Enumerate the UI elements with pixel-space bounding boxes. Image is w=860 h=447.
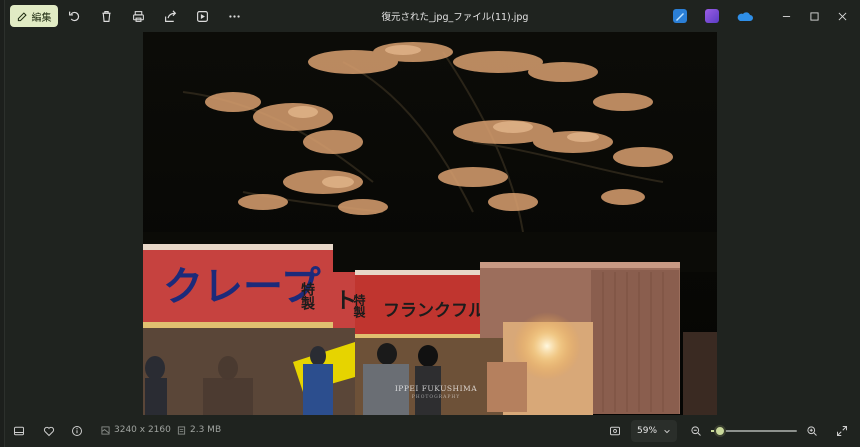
photos-app-window: 編集 復元された_jpg_ファイル(11).jpg クレープ 特製 ト 特製 フ… — [4, 0, 860, 447]
delete-icon[interactable] — [98, 8, 114, 24]
zoom-slider[interactable] — [711, 425, 797, 437]
maximize-button[interactable] — [803, 6, 825, 26]
zoom-in-icon[interactable] — [804, 423, 820, 439]
edit-icon — [17, 11, 27, 21]
bottom-bar: 3240 x 2160 2.3 MB 59% — [5, 415, 860, 447]
photo-viewer-image[interactable]: クレープ 特製 ト 特製 フランクフルト 特製 — [143, 32, 717, 415]
edit-button[interactable]: 編集 — [10, 5, 58, 27]
onedrive-icon[interactable] — [737, 9, 753, 23]
maximize-icon — [809, 11, 819, 21]
slideshow-icon[interactable] — [194, 8, 210, 24]
favorite-icon[interactable] — [41, 423, 57, 439]
watermark-name: IPPEI FUKUSHIMA — [394, 384, 478, 393]
title-bar: 編集 復元された_jpg_ファイル(11).jpg — [5, 0, 860, 32]
info-icon[interactable] — [69, 423, 85, 439]
dimensions-icon — [101, 425, 110, 435]
print-icon[interactable] — [130, 8, 146, 24]
file-size-text: 2.3 MB — [190, 425, 222, 435]
edit-button-label: 編集 — [31, 12, 52, 24]
minimize-icon — [782, 15, 790, 17]
sign-crepe-tag: 特製 — [299, 281, 316, 311]
zoom-slider-thumb[interactable] — [713, 425, 726, 437]
image-dimensions: 3240 x 2160 — [101, 425, 171, 435]
zoom-level-select[interactable]: 59% — [631, 420, 677, 442]
zoom-out-icon[interactable] — [688, 423, 704, 439]
file-size: 2.3 MB — [177, 425, 221, 435]
rotate-icon[interactable] — [66, 8, 82, 24]
sign-crepe-text: クレープ — [163, 264, 321, 310]
filmstrip-icon[interactable] — [11, 423, 27, 439]
window-title: 復元された_jpg_ファイル(11).jpg — [381, 12, 529, 23]
full-screen-icon[interactable] — [834, 423, 850, 439]
photo-watermark: IPPEI FUKUSHIMA PHOTOGRAPHY — [391, 384, 481, 402]
share-icon[interactable] — [162, 8, 178, 24]
fit-to-window-icon[interactable] — [607, 423, 623, 439]
dimensions-text: 3240 x 2160 — [114, 425, 171, 435]
file-size-icon — [177, 425, 186, 435]
chevron-down-icon — [664, 429, 670, 434]
minimize-button[interactable] — [775, 6, 797, 26]
sign-frank-tag: 特製 — [352, 293, 366, 319]
photo-scene: クレープ 特製 ト 特製 フランクフルト 特製 — [143, 32, 717, 415]
close-button[interactable] — [831, 6, 853, 26]
more-icon[interactable] — [226, 8, 242, 24]
watermark-subtitle: PHOTOGRAPHY — [411, 395, 461, 400]
close-icon — [838, 12, 846, 20]
clipchamp-icon[interactable] — [673, 9, 687, 23]
zoom-level-text: 59% — [637, 426, 658, 436]
designer-icon[interactable] — [705, 9, 719, 23]
